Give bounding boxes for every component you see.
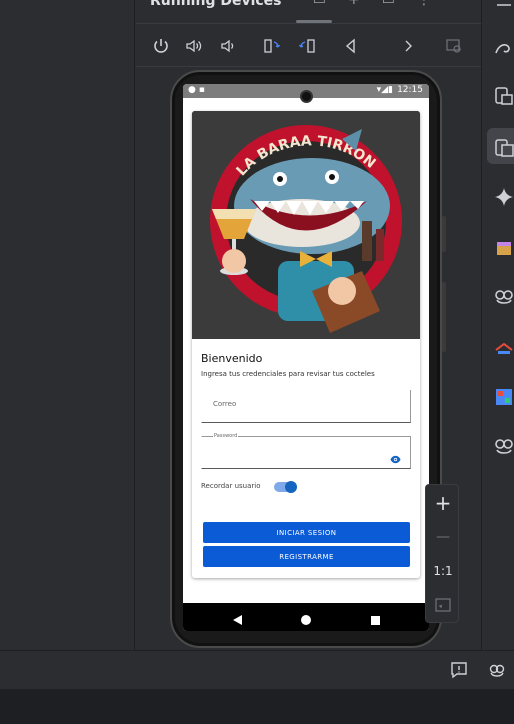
running-devices-icon[interactable]	[492, 136, 514, 160]
panel-title: Running Devices	[150, 0, 282, 9]
device-manager-icon[interactable]: ▭	[313, 0, 326, 8]
assistant-icon[interactable]	[492, 434, 514, 458]
switch-knob	[285, 481, 297, 493]
app-inspection-icon[interactable]	[492, 335, 514, 359]
right-tool-strip	[481, 0, 514, 650]
zoom-controls: + — 1:1	[425, 484, 459, 623]
eye-icon[interactable]	[390, 449, 401, 464]
zoom-actual-size-button[interactable]: 1:1	[426, 554, 460, 588]
zoom-in-button[interactable]: +	[426, 486, 460, 520]
rotate-right-icon[interactable]	[297, 36, 317, 56]
ide-window: Running Devices ▭ + ▭ ⋮ ● ▪ ▾◢▮ 12:15 LA…	[0, 0, 514, 724]
nav-home-icon[interactable]	[300, 611, 312, 630]
gradle-icon[interactable]	[492, 36, 514, 60]
header-icons: ▭ + ▭ ⋮	[313, 0, 431, 8]
password-label: Password	[213, 433, 239, 439]
welcome-subtitle: Ingresa tus credenciales para revisar tu…	[201, 370, 375, 378]
add-device-icon[interactable]: +	[348, 0, 360, 8]
device-toolbar	[136, 25, 481, 67]
forward-icon[interactable]	[398, 36, 418, 56]
ide-status-bar	[0, 650, 514, 689]
login-button[interactable]: INICIAR SESION	[203, 522, 410, 543]
problems-icon[interactable]	[450, 661, 468, 679]
zoom-fit-icon[interactable]	[426, 588, 460, 622]
zoom-out-button[interactable]: —	[426, 520, 460, 554]
running-devices-header: Running Devices ▭ + ▭ ⋮	[136, 0, 481, 24]
volume-down-icon[interactable]	[218, 36, 238, 56]
taskbar-strip	[0, 689, 514, 724]
drag-handle[interactable]	[296, 20, 332, 23]
front-camera	[300, 90, 313, 103]
email-field[interactable]: Correo	[201, 390, 411, 423]
login-card: LA BARAA TIRRON Bienvenido Ingresa tus c…	[192, 111, 420, 578]
shark-logo-image: LA BARAA TIRRON	[192, 111, 420, 339]
signal-icons: ▾◢▮	[376, 85, 393, 95]
resource-manager-icon[interactable]	[492, 236, 514, 260]
notification-icons: ● ▪	[188, 85, 205, 95]
power-icon[interactable]	[151, 36, 171, 56]
screenshot-icon[interactable]	[444, 36, 464, 56]
device-explorer-icon[interactable]	[492, 84, 514, 108]
notifications-icon[interactable]	[492, 0, 514, 24]
nav-recents-icon[interactable]	[370, 611, 381, 630]
nav-back-icon[interactable]	[232, 611, 243, 630]
back-icon[interactable]	[341, 36, 361, 56]
remember-user-switch[interactable]	[274, 481, 297, 493]
copilot-status-icon[interactable]	[488, 661, 506, 679]
rotate-left-icon[interactable]	[262, 36, 282, 56]
copilot-icon[interactable]	[492, 284, 514, 308]
remember-user-label: Recordar usuario	[201, 482, 261, 490]
clock: 12:15	[397, 85, 423, 95]
email-placeholder: Correo	[213, 400, 237, 408]
device-volume-button	[442, 282, 446, 352]
android-navigation-bar	[183, 603, 429, 631]
more-options-icon[interactable]: ⋮	[417, 0, 431, 8]
window-icon[interactable]: ▭	[382, 0, 395, 8]
layout-inspector-icon[interactable]	[492, 385, 514, 409]
password-field[interactable]: Password	[201, 433, 411, 469]
device-screen[interactable]: ● ▪ ▾◢▮ 12:15 LA BARAA TIRRON Bienvenido…	[183, 84, 429, 631]
gemini-icon[interactable]	[492, 185, 514, 209]
volume-up-icon[interactable]	[184, 36, 204, 56]
register-button[interactable]: REGISTRARME	[203, 546, 410, 567]
device-side-button	[442, 216, 446, 252]
welcome-title: Bienvenido	[201, 352, 263, 365]
left-panel	[0, 0, 135, 650]
